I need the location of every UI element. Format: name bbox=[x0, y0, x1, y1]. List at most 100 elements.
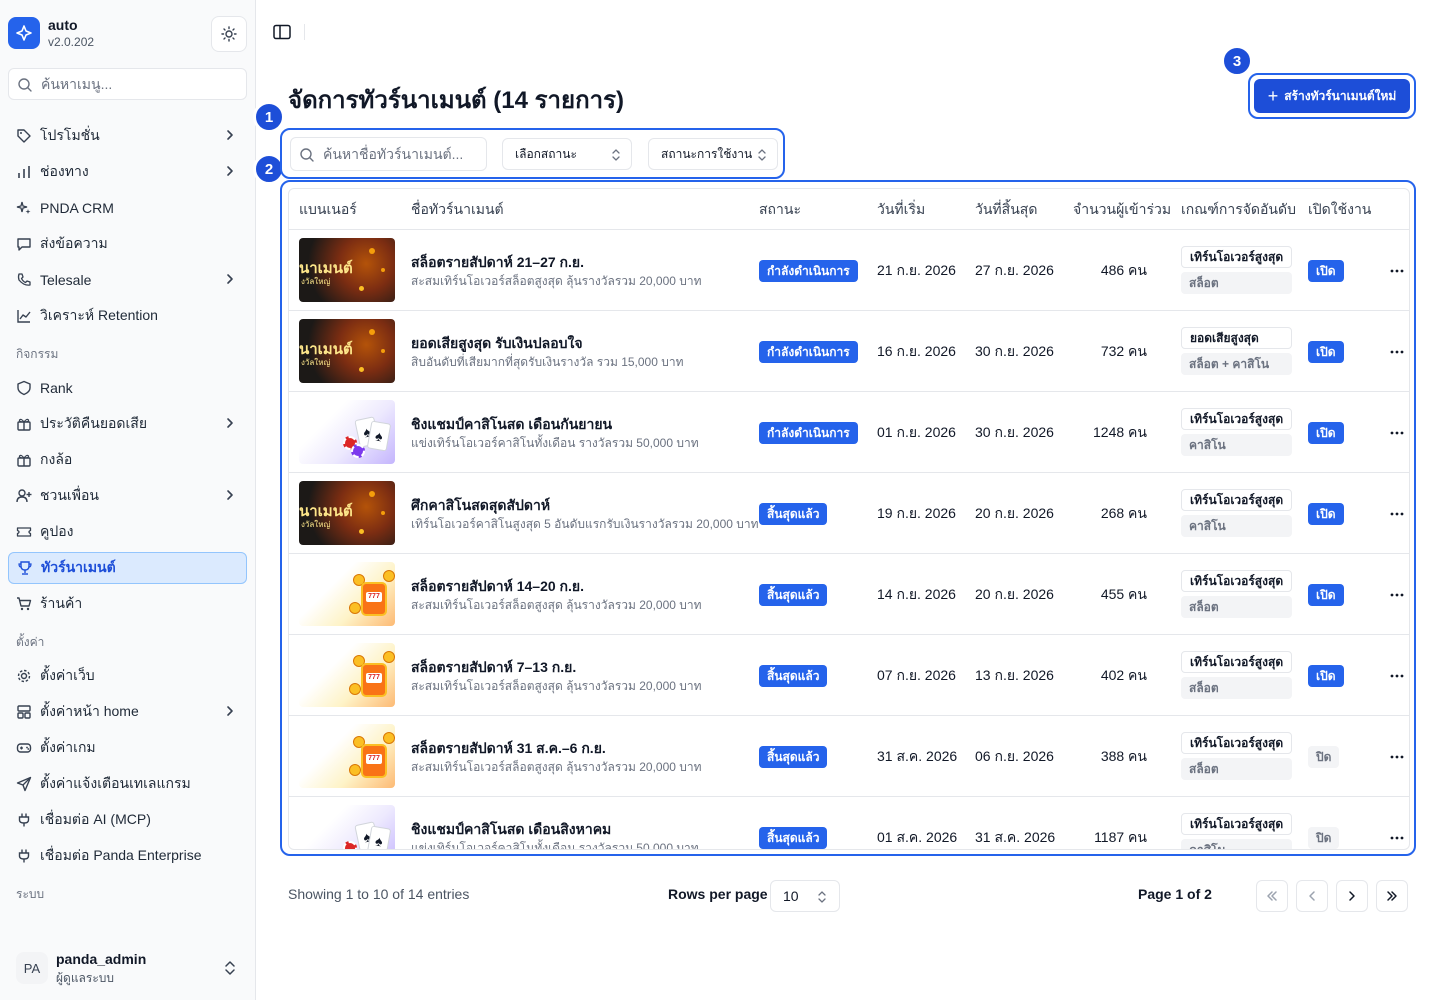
participant-count: 1187 คน bbox=[1094, 829, 1147, 845]
sidebar-item-main-5[interactable]: วิเคราะห์ Retention bbox=[8, 300, 247, 332]
next-page-button[interactable] bbox=[1336, 880, 1368, 912]
sidebar-item-settings-3[interactable]: ตั้งค่าแจ้งเตือนเทเลแกรม bbox=[8, 768, 247, 800]
participant-count: 388 คน bbox=[1100, 748, 1147, 764]
col-criteria: เกณฑ์การจัดอันดับ bbox=[1181, 201, 1296, 217]
user-menu[interactable]: PA panda_admin ผู้ดูแลระบบ bbox=[8, 944, 247, 992]
page-title: จัดการทัวร์นาเมนต์ (14 รายการ) bbox=[288, 87, 624, 114]
last-page-button[interactable] bbox=[1376, 880, 1408, 912]
sidebar-item-main-1[interactable]: ช่องทาง bbox=[8, 156, 247, 188]
participant-count: 402 คน bbox=[1100, 667, 1147, 683]
end-date: 27 ก.ย. 2026 bbox=[975, 262, 1054, 278]
enabled-badge[interactable]: เปิด bbox=[1308, 341, 1344, 363]
table-row[interactable]: 777 สล็อตรายสัปดาห์ 31 ส.ค.–6 ก.ย. สะสมเทิ… bbox=[289, 716, 1409, 797]
status-select[interactable]: เลือกสถานะ bbox=[502, 138, 632, 170]
game-type-badge: คาสิโน bbox=[1181, 839, 1292, 849]
sidebar-item-label: เชื่อมต่อ Panda Enterprise bbox=[40, 847, 202, 863]
more-horizontal-icon bbox=[1390, 836, 1404, 840]
col-banner: แบนเนอร์ bbox=[299, 201, 357, 217]
brand-version: v2.0.202 bbox=[48, 35, 95, 49]
row-actions-button[interactable] bbox=[1385, 827, 1409, 849]
table-row[interactable]: นาเมนต์ งวัลใหญ่ ศึกคาสิโนสดสุดสัปดาห์ เทิร… bbox=[289, 473, 1409, 554]
sidebar-item-activity-6[interactable]: ร้านค้า bbox=[8, 588, 247, 620]
enabled-badge[interactable]: เปิด bbox=[1308, 422, 1344, 444]
col-participants: จำนวนผู้เข้าร่วม bbox=[1073, 201, 1172, 217]
prev-page-button[interactable] bbox=[1296, 880, 1328, 912]
row-actions-button[interactable] bbox=[1385, 584, 1409, 606]
sidebar-item-activity-5[interactable]: ทัวร์นาเมนต์ bbox=[8, 552, 247, 584]
sidebar-item-settings-2[interactable]: ตั้งค่าเกม bbox=[8, 732, 247, 764]
marker-3: 3 bbox=[1221, 45, 1253, 77]
sidebar-item-label: ช่องทาง bbox=[40, 163, 89, 179]
table-row[interactable]: ♠ ♠ ชิงแชมป์คาสิโนสด เดือนสิงหาคม แข่งเทิร์… bbox=[289, 797, 1409, 850]
sidebar-item-activity-3[interactable]: ชวนเพื่อน bbox=[8, 480, 247, 512]
row-actions-button[interactable] bbox=[1385, 503, 1409, 525]
sidebar-item-activity-0[interactable]: Rank bbox=[8, 372, 247, 404]
sidebar-item-main-4[interactable]: Telesale bbox=[8, 264, 247, 296]
sidebar-item-label: ตั้งค่าเว็บ bbox=[40, 667, 95, 683]
sidebar-item-main-2[interactable]: PNDA CRM bbox=[8, 192, 247, 224]
tournament-search-input[interactable] bbox=[323, 138, 483, 170]
gear-icon bbox=[16, 668, 32, 684]
table-row[interactable]: ♠ ♠ ชิงแชมป์คาสิโนสด เดือนกันยายน แข่งเทิร์… bbox=[289, 392, 1409, 473]
table-row[interactable]: นาเมนต์ งวัลใหญ่ ยอดเสียสูงสุด รับเงินปลอบ… bbox=[289, 311, 1409, 392]
enabled-badge[interactable]: เปิด bbox=[1308, 260, 1344, 282]
enabled-badge[interactable]: ปิด bbox=[1308, 827, 1340, 849]
enabled-badge[interactable]: เปิด bbox=[1308, 503, 1344, 525]
enabled-badge[interactable]: เปิด bbox=[1308, 665, 1344, 687]
chevron-right-icon bbox=[227, 418, 233, 428]
participant-count: 455 คน bbox=[1100, 586, 1147, 602]
chevron-right-icon bbox=[227, 706, 233, 716]
sidebar-item-activity-4[interactable]: คูปอง bbox=[8, 516, 247, 548]
table-row[interactable]: 777 สล็อตรายสัปดาห์ 14–20 ก.ย. สะสมเทิร์นโ… bbox=[289, 554, 1409, 635]
sidebar-item-activity-1[interactable]: ประวัติคืนยอดเสีย bbox=[8, 408, 247, 440]
sidebar-item-settings-0[interactable]: ตั้งค่าเว็บ bbox=[8, 660, 247, 692]
create-tournament-button[interactable]: + สร้างทัวร์นาเมนต์ใหม่ bbox=[1254, 79, 1410, 113]
participant-count: 486 คน bbox=[1100, 262, 1147, 278]
status-badge: กำลังดำเนินการ bbox=[759, 422, 858, 444]
end-date: 31 ส.ค. 2026 bbox=[975, 829, 1056, 845]
brand: auto v2.0.202 bbox=[8, 16, 248, 52]
row-actions-button[interactable] bbox=[1385, 341, 1409, 363]
end-date: 20 ก.ย. 2026 bbox=[975, 586, 1054, 602]
sidebar-item-activity-2[interactable]: กงล้อ bbox=[8, 444, 247, 476]
page-indicator: Page 1 of 2 bbox=[1138, 886, 1212, 902]
rows-per-page-select[interactable]: 10 bbox=[770, 880, 840, 912]
row-actions-button[interactable] bbox=[1385, 665, 1409, 687]
table-header: แบนเนอร์ ชื่อทัวร์นาเมนต์ สถานะ วันที่เร… bbox=[289, 189, 1409, 230]
row-actions-button[interactable] bbox=[1385, 746, 1409, 768]
tournament-description: แข่งเทิร์นโอเวอร์คาสิโนทั้งเดือน รางวัลร… bbox=[411, 841, 699, 850]
enabled-badge[interactable]: ปิด bbox=[1308, 746, 1340, 768]
sidebar-item-settings-5[interactable]: เชื่อมต่อ Panda Enterprise bbox=[8, 840, 247, 872]
start-date: 19 ก.ย. 2026 bbox=[877, 505, 956, 521]
usage-status-select[interactable]: สถานะการใช้งาน bbox=[648, 138, 778, 170]
sidebar-item-main-0[interactable]: โปรโมชั่น bbox=[8, 120, 247, 152]
table-row[interactable]: 777 สล็อตรายสัปดาห์ 7–13 ก.ย. สะสมเทิร์นโอ… bbox=[289, 635, 1409, 716]
row-actions-button[interactable] bbox=[1385, 260, 1409, 282]
menu-search-input[interactable] bbox=[41, 69, 241, 99]
start-date: 21 ก.ย. 2026 bbox=[877, 262, 956, 278]
tournament-name: ชิงแชมป์คาสิโนสด เดือนกันยายน bbox=[411, 416, 613, 432]
row-actions-button[interactable] bbox=[1385, 422, 1409, 444]
chevron-right-icon bbox=[1349, 891, 1355, 901]
table-row[interactable]: นาเมนต์ งวัลใหญ่ สล็อตรายสัปดาห์ 21–27 ก.ย… bbox=[289, 230, 1409, 311]
tournament-banner-image: นาเมนต์ งวัลใหญ่ bbox=[299, 481, 395, 545]
sidebar-item-label: คูปอง bbox=[40, 523, 74, 539]
sidebar-item-settings-4[interactable]: เชื่อมต่อ AI (MCP) bbox=[8, 804, 247, 836]
theme-toggle-button[interactable] bbox=[211, 16, 247, 52]
first-page-button[interactable] bbox=[1256, 880, 1288, 912]
create-tournament-label: สร้างทัวร์นาเมนต์ใหม่ bbox=[1284, 88, 1397, 103]
sidebar-item-label: ตั้งค่าเกม bbox=[40, 739, 96, 755]
more-horizontal-icon bbox=[1390, 674, 1404, 678]
plug-icon bbox=[16, 812, 32, 828]
sidebar-item-label: Telesale bbox=[40, 272, 92, 288]
sidebar-item-main-3[interactable]: ส่งข้อความ bbox=[8, 228, 247, 260]
tournament-table: แบนเนอร์ ชื่อทัวร์นาเมนต์ สถานะ วันที่เร… bbox=[288, 188, 1410, 850]
tournament-name: สล็อตรายสัปดาห์ 21–27 ก.ย. bbox=[411, 254, 584, 270]
shield-icon bbox=[16, 380, 32, 396]
chevrons-up-down-icon bbox=[818, 891, 826, 903]
sidebar-item-settings-1[interactable]: ตั้งค่าหน้า home bbox=[8, 696, 247, 728]
sidebar-item-label: ส่งข้อความ bbox=[40, 235, 108, 251]
criteria-badge: เทิร์นโอเวอร์สูงสุด bbox=[1181, 489, 1292, 511]
enabled-badge[interactable]: เปิด bbox=[1308, 584, 1344, 606]
sidebar-toggle-button[interactable] bbox=[270, 20, 294, 44]
